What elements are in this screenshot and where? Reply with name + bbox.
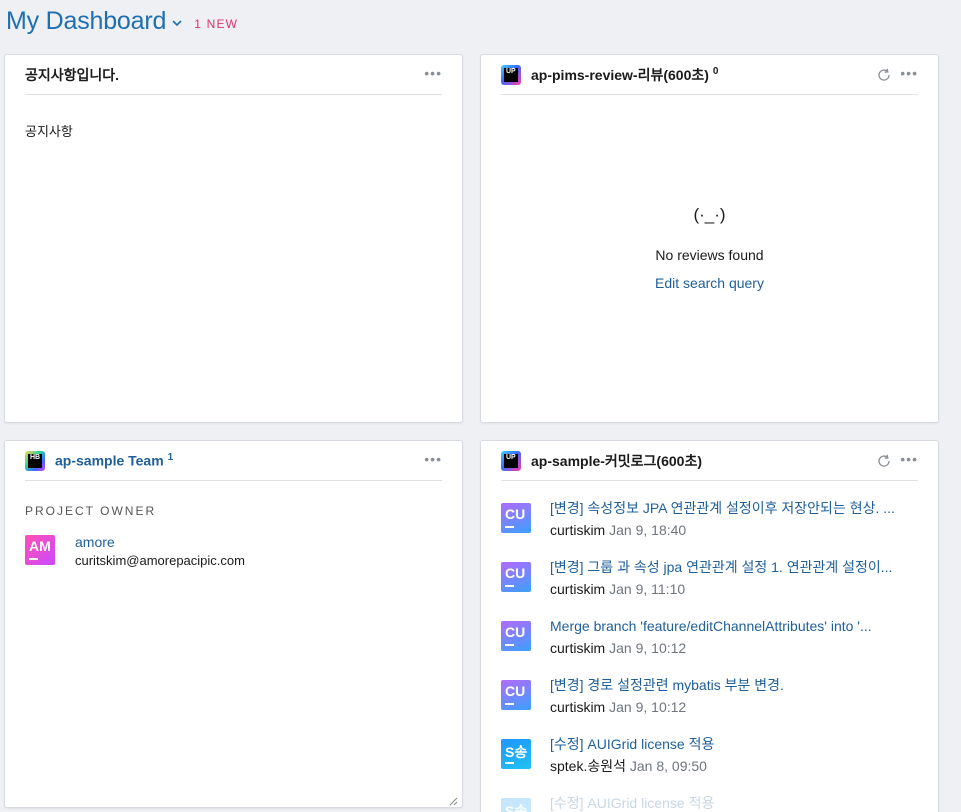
avatar: S송 [501,739,531,769]
empty-message: No reviews found [655,247,764,263]
avatar: CU [501,680,531,710]
avatar: CU [501,562,531,592]
commit-message-link[interactable]: [변경] 속성정보 JPA 연관관계 설정이후 저장안되는 현상. ... [550,499,918,518]
avatar: CU [501,621,531,651]
refresh-icon[interactable] [876,453,892,469]
commit-author: sptek.송원석 [550,758,626,774]
owner-email: curitskim@amorepacipic.com [75,553,245,568]
edit-search-query-link[interactable]: Edit search query [481,275,938,291]
notice-widget: 공지사항입니다. ••• 공지사항 [4,54,463,423]
avatar: CU [501,503,531,533]
widget-header: HB ap-sample Team 1 ••• [25,441,442,481]
commit-author: curtiskim [550,581,606,597]
upsource-logo-icon: UP [501,64,521,85]
avatar: AM [25,535,55,565]
commit-author: curtiskim [550,522,606,538]
empty-state: (·_·) No reviews found Edit search query [481,205,938,291]
commit-time: Jan 9, 10:12 [609,699,687,715]
commit-message-link[interactable]: Merge branch 'feature/editChannelAttribu… [550,617,918,636]
owner-name-link[interactable]: amore [75,533,245,552]
review-count: 0 [712,65,719,77]
commit-time: Jan 9, 18:40 [609,522,687,538]
new-badge[interactable]: 1 NEW [194,17,238,31]
widget-title: 공지사항입니다. [25,66,120,83]
list-item: CU [변경] 경로 설정관련 mybatis 부분 변경. curtiskim… [501,670,918,729]
list-item: CU [변경] 속성정보 JPA 연관관계 설정이후 저장안되는 현상. ...… [501,493,918,552]
review-widget: UP ap-pims-review-리뷰(600초) 0 ••• (·_·) No… [480,54,939,423]
widget-header: 공지사항입니다. ••• [25,55,442,95]
team-widget: HB ap-sample Team 1 ••• PROJECT OWNER AM … [4,440,463,808]
more-menu-icon[interactable]: ••• [424,452,442,466]
widget-title[interactable]: ap-sample-커밋로그(600초) [531,451,702,471]
upsource-logo-icon: UP [501,450,521,471]
notice-text: 공지사항 [25,124,73,139]
list-item: CU [변경] 그룹 과 속성 jpa 연관관계 설정 1. 연관관계 설정이.… [501,552,918,611]
commit-message-link[interactable]: [변경] 그룹 과 속성 jpa 연관관계 설정 1. 연관관계 설정이... [550,558,918,577]
hub-logo-icon: HB [25,450,45,471]
widget-title[interactable]: ap-sample Team 1 [55,452,173,469]
widget-title[interactable]: ap-pims-review-리뷰(600초) 0 [531,65,718,85]
commit-time: Jan 9, 11:10 [609,581,686,597]
commits-widget: UP ap-sample-커밋로그(600초) ••• CU [변경] 속성정보… [480,440,939,812]
commit-time: Jan 8, 09:50 [629,758,707,774]
list-item: CU Merge branch 'feature/editChannelAttr… [501,611,918,670]
dashboard-header: My Dashboard 1 NEW [6,4,238,38]
resize-handle-icon[interactable] [448,793,458,806]
section-label: PROJECT OWNER [25,504,157,518]
commit-message-link[interactable]: [수정] AUIGrid license 적용 [550,794,918,812]
more-menu-icon[interactable]: ••• [900,66,918,80]
page-title[interactable]: My Dashboard [6,7,166,36]
empty-face: (·_·) [693,205,726,224]
avatar: S송 [501,798,531,812]
commit-message-link[interactable]: [변경] 경로 설정관련 mybatis 부분 변경. [550,676,918,695]
widget-header: UP ap-pims-review-리뷰(600초) 0 ••• [501,55,918,95]
list-item: S송 [수정] AUIGrid license 적용 [501,788,918,812]
owner-entry: AM amore curitskim@amorepacipic.com [25,533,245,570]
more-menu-icon[interactable]: ••• [424,66,442,80]
commit-author: curtiskim [550,640,606,656]
commit-message-link[interactable]: [수정] AUIGrid license 적용 [550,735,918,754]
commit-author: curtiskim [550,699,606,715]
more-menu-icon[interactable]: ••• [900,452,918,466]
team-count: 1 [167,452,174,464]
commit-list: CU [변경] 속성정보 JPA 연관관계 설정이후 저장안되는 현상. ...… [501,493,918,812]
chevron-down-icon[interactable] [172,18,182,28]
list-item: S송 [수정] AUIGrid license 적용 sptek.송원석 Jan… [501,729,918,788]
commit-time: Jan 9, 10:12 [609,640,687,656]
refresh-icon[interactable] [876,67,892,83]
widget-header: UP ap-sample-커밋로그(600초) ••• [501,441,918,481]
